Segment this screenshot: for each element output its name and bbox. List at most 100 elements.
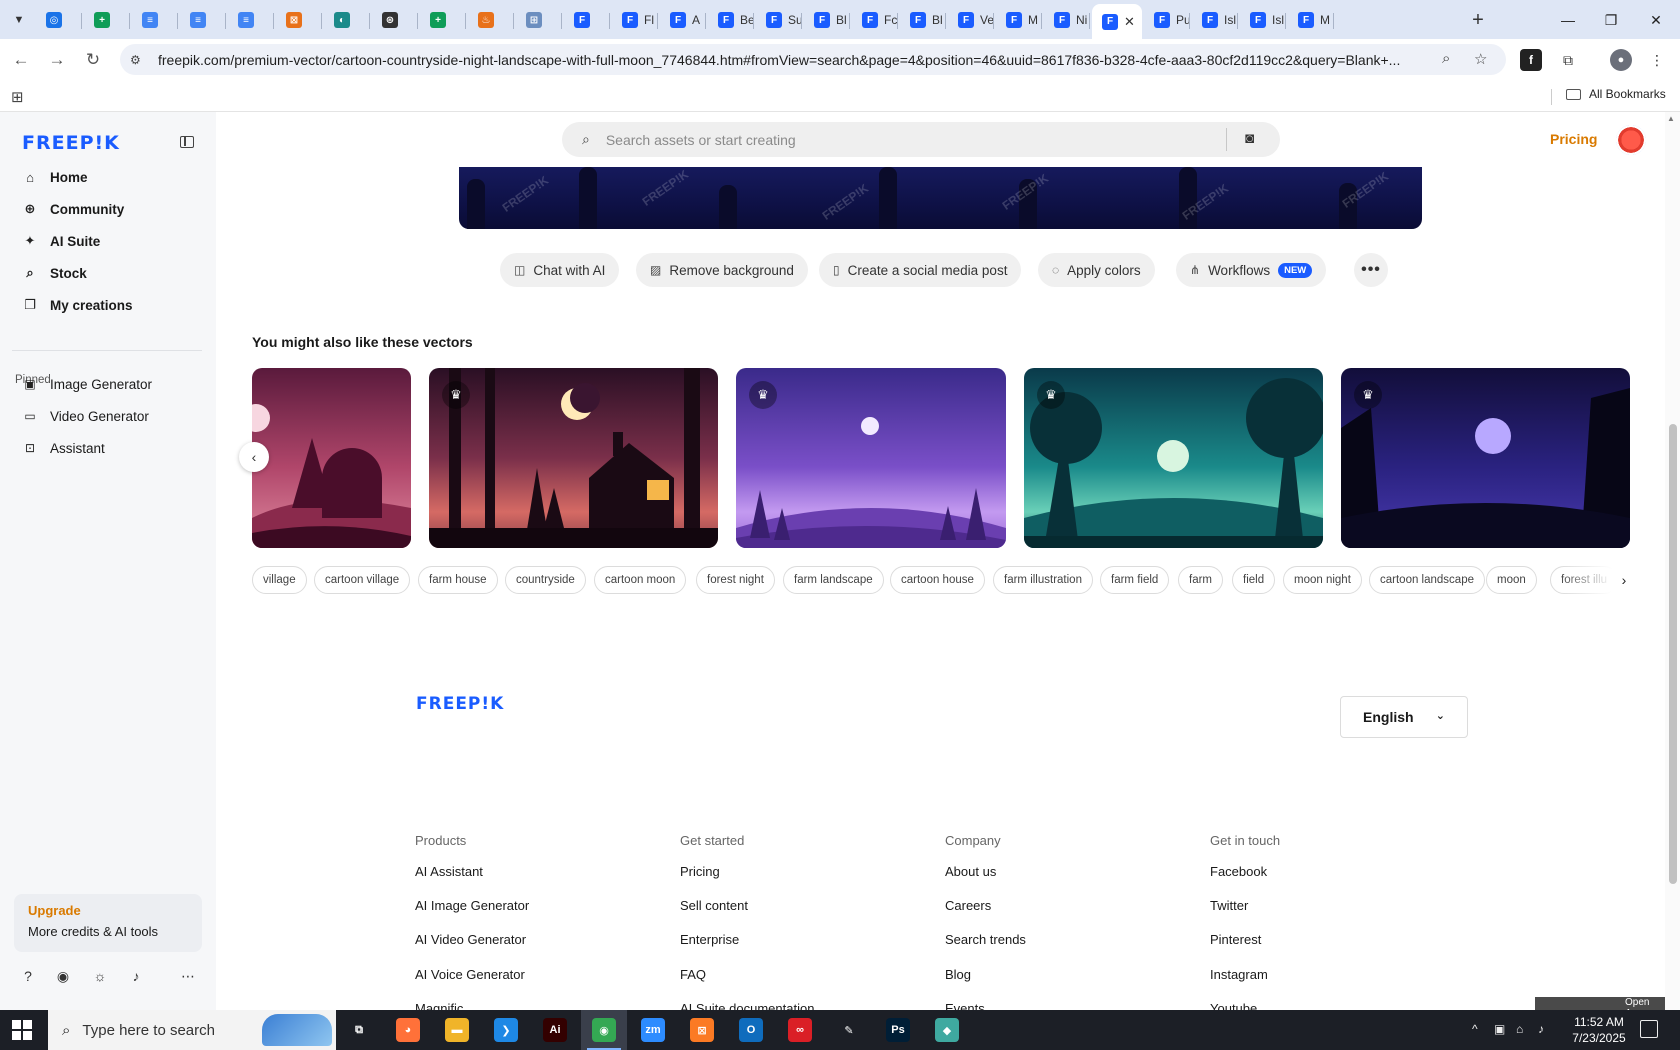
creative-cloud-taskbar-button[interactable]: ∞: [777, 1010, 823, 1050]
browser-tab[interactable]: ⊛: [372, 5, 418, 35]
footer-link[interactable]: AI Video Generator: [415, 932, 526, 947]
action-apply-colors[interactable]: ◌ Apply colors: [1038, 253, 1155, 287]
tags-next-button[interactable]: ›: [1612, 568, 1636, 592]
tag-chip[interactable]: farm field: [1100, 566, 1170, 594]
url-text[interactable]: freepik.com/premium-vector/cartoon-count…: [158, 52, 1448, 68]
pen-tool-taskbar-button[interactable]: ✎: [826, 1010, 872, 1050]
footer-link[interactable]: Careers: [945, 898, 991, 913]
app-taskbar-button[interactable]: ◆: [924, 1010, 970, 1050]
browser-tab[interactable]: ◐: [324, 5, 370, 35]
footer-link[interactable]: About us: [945, 864, 996, 879]
browser-tab[interactable]: F: [564, 5, 610, 35]
tag-chip[interactable]: farm illustration: [993, 566, 1093, 594]
related-thumbnail[interactable]: ♛: [736, 368, 1006, 548]
related-thumbnail[interactable]: ♛: [1024, 368, 1323, 548]
browser-tab[interactable]: ◎: [36, 5, 82, 35]
browser-tab[interactable]: FA: [660, 5, 706, 35]
upgrade-card[interactable]: Upgrade More credits & AI tools: [14, 894, 202, 952]
forward-button[interactable]: →: [44, 47, 70, 73]
network-icon[interactable]: ▣: [1494, 1022, 1505, 1036]
search-input[interactable]: [605, 131, 1186, 148]
restore-button[interactable]: ❐: [1599, 8, 1623, 32]
tag-chip[interactable]: moon: [1486, 566, 1537, 594]
file-explorer-taskbar-button[interactable]: ▬: [434, 1010, 480, 1050]
browser-tab[interactable]: F Bl: [900, 5, 946, 35]
browser-tab[interactable]: F Bl: [804, 5, 850, 35]
sidebar-item-home[interactable]: ⌂ Home: [12, 162, 202, 192]
browser-tab[interactable]: +: [420, 5, 466, 35]
photoshop-taskbar-button[interactable]: Ps: [875, 1010, 921, 1050]
more-icon[interactable]: ⋯: [178, 968, 198, 985]
profile-avatar[interactable]: ●: [1610, 49, 1632, 71]
browser-tab[interactable]: ♨: [468, 5, 514, 35]
minimize-button[interactable]: —: [1556, 8, 1580, 32]
footer-link[interactable]: AI Voice Generator: [415, 967, 525, 982]
footer-link[interactable]: Sell content: [680, 898, 748, 913]
system-clock[interactable]: 11:52 AM 7/23/2025: [1562, 1014, 1636, 1046]
browser-tab[interactable]: FM: [996, 5, 1042, 35]
freepik-logo[interactable]: FREEP!K: [22, 132, 120, 154]
action-remove-background[interactable]: ▨ Remove background: [636, 253, 808, 287]
browser-tab[interactable]: F Fl: [612, 5, 658, 35]
camera-icon[interactable]: ◙: [1245, 130, 1254, 147]
browser-tab[interactable]: ≡: [132, 5, 178, 35]
sidebar-item-stock[interactable]: ⌕ Stock: [12, 258, 202, 288]
reload-button[interactable]: ↻: [80, 47, 106, 73]
browser-tab[interactable]: F Isl: [1192, 5, 1238, 35]
browser-tab[interactable]: F Ni: [1044, 5, 1090, 35]
extensions-puzzle-icon[interactable]: ⧉: [1557, 49, 1579, 71]
footer-link[interactable]: Enterprise: [680, 932, 739, 947]
footer-link[interactable]: Magnific: [415, 1001, 463, 1010]
footer-link[interactable]: FAQ: [680, 967, 706, 982]
pinned-item-image-generator[interactable]: ▣ Image Generator: [12, 370, 202, 398]
tag-chip[interactable]: moon night: [1283, 566, 1362, 594]
footer-logo[interactable]: FREEP!K: [416, 694, 504, 714]
footer-link[interactable]: Youtube: [1210, 1001, 1257, 1010]
notifications-icon[interactable]: [1640, 1020, 1658, 1038]
close-window-button[interactable]: ✕: [1644, 8, 1668, 32]
footer-link[interactable]: Blog: [945, 967, 971, 982]
firefox-taskbar-button[interactable]: ◕: [385, 1010, 431, 1050]
footer-link[interactable]: AI Suite documentation: [680, 1001, 814, 1010]
site-info-icon[interactable]: ⚙: [130, 53, 150, 67]
help-icon[interactable]: ?: [18, 968, 38, 984]
footer-link[interactable]: Events: [945, 1001, 985, 1010]
browser-tab[interactable]: +: [84, 5, 130, 35]
volume-icon[interactable]: ♪: [1538, 1022, 1544, 1036]
browser-tab[interactable]: F Fc: [852, 5, 898, 35]
sidebar-item-community[interactable]: ⊕ Community: [12, 194, 202, 224]
chrome-menu-icon[interactable]: ⋮: [1646, 49, 1668, 71]
windows-start-button[interactable]: [12, 1020, 32, 1040]
carousel-prev-button[interactable]: ‹: [239, 442, 269, 472]
footer-link[interactable]: Search trends: [945, 932, 1026, 947]
new-tab-button[interactable]: +: [1466, 8, 1490, 32]
vscode-taskbar-button[interactable]: ❯: [483, 1010, 529, 1050]
tag-chip[interactable]: countryside: [505, 566, 586, 594]
action-chat-with-ai[interactable]: ◫ Chat with AI: [500, 253, 620, 287]
footer-link[interactable]: Pinterest: [1210, 932, 1261, 947]
bookmark-star-icon[interactable]: ☆: [1474, 50, 1487, 68]
related-thumbnail[interactable]: ♛: [429, 368, 718, 548]
tag-chip[interactable]: cartoon landscape: [1369, 566, 1485, 594]
tag-chip[interactable]: forest night: [696, 566, 775, 594]
footer-link[interactable]: Facebook: [1210, 864, 1267, 879]
tag-chip[interactable]: cartoon village: [314, 566, 411, 594]
show-hidden-icons[interactable]: ^: [1472, 1022, 1478, 1036]
zoom-icon[interactable]: ⌕: [1442, 50, 1450, 67]
tag-chip[interactable]: cartoon moon: [594, 566, 687, 594]
browser-tab[interactable]: F Ve: [948, 5, 994, 35]
all-bookmarks-button[interactable]: All Bookmarks: [1566, 87, 1666, 101]
tag-chip[interactable]: village: [252, 566, 307, 594]
illustrator-taskbar-button[interactable]: Ai: [532, 1010, 578, 1050]
open-app-banner[interactable]: Open App: [1535, 997, 1665, 1010]
xampp-taskbar-button[interactable]: ⊠: [679, 1010, 725, 1050]
pricing-link[interactable]: Pricing: [1550, 131, 1597, 147]
main-image-preview[interactable]: FREEP!K FREEP!K FREEP!K FREEP!K FREEP!K …: [459, 167, 1422, 229]
browser-tab[interactable]: F Isl: [1240, 5, 1286, 35]
browser-tab[interactable]: ≡: [180, 5, 226, 35]
footer-link[interactable]: AI Image Generator: [415, 898, 529, 913]
collapse-sidebar-icon[interactable]: [180, 136, 194, 148]
more-actions-button[interactable]: •••: [1354, 253, 1388, 287]
task-view-taskbar-button[interactable]: ⧉: [336, 1010, 382, 1050]
apps-grid-icon[interactable]: ⊞: [11, 88, 24, 106]
